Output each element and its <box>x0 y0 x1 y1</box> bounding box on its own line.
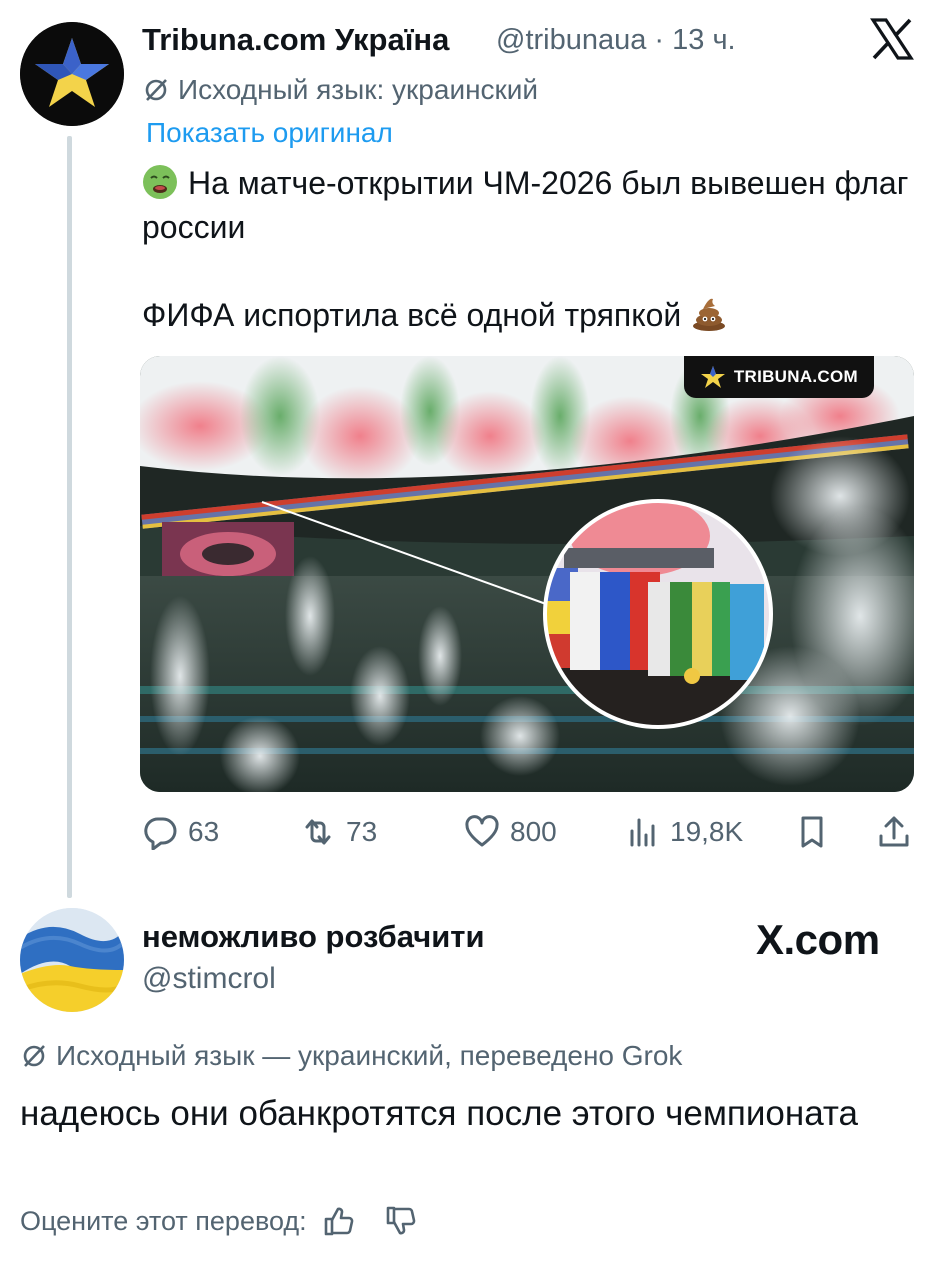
reply-author-name[interactable]: неможливо розбачити <box>142 919 485 955</box>
views-count: 19,8K <box>670 816 744 847</box>
translate-icon <box>145 79 167 101</box>
poop-icon <box>693 298 726 331</box>
tweet-actions: 63 73 800 19,8K <box>142 810 914 854</box>
reply-avatar[interactable] <box>20 908 124 1012</box>
share-icon <box>879 816 909 847</box>
tweet-text-line2: ФИФА испортила всё одной тряпкой <box>142 297 682 333</box>
bookmark-icon <box>801 816 823 848</box>
translation-note-text: Исходный язык: украинский <box>178 74 539 105</box>
thumbs-up-icon[interactable] <box>323 1205 355 1237</box>
reply-count: 63 <box>188 816 220 847</box>
tribuna-watermark: TRIBUNA.COM <box>683 356 874 398</box>
views-icon <box>630 818 655 847</box>
xcom-watermark: X.com <box>756 916 880 963</box>
x-logo-icon[interactable] <box>870 18 914 60</box>
nauseated-face-icon <box>143 165 177 199</box>
tweet-text: На матче-открытии ЧМ-2026 был вывешен фл… <box>142 161 922 337</box>
stadium-photo <box>140 356 914 792</box>
like-count: 800 <box>510 816 557 847</box>
reply-translation-note-text: Исходный язык — украинский, переведено G… <box>56 1040 683 1071</box>
repost-count: 73 <box>346 816 378 847</box>
share-button[interactable] <box>876 810 912 854</box>
bookmark-button[interactable] <box>794 810 830 854</box>
watermark-text: TRIBUNA.COM <box>733 367 858 386</box>
heart-icon <box>465 815 499 847</box>
thumbs-down-icon[interactable] <box>385 1205 417 1237</box>
like-button[interactable]: 800 <box>464 810 557 854</box>
reply-translation-note: Исходный язык — украинский, переведено G… <box>20 1040 682 1072</box>
tweet-image[interactable]: TRIBUNA.COM <box>140 356 914 792</box>
repost-icon <box>305 819 331 845</box>
star-icon <box>700 366 725 388</box>
translate-icon <box>23 1045 45 1067</box>
thread-line <box>67 136 72 898</box>
tweet-text-line1: На матче-открытии ЧМ-2026 был вывешен фл… <box>142 165 909 245</box>
reply-icon <box>144 817 177 850</box>
views-button[interactable]: 19,8K <box>624 810 743 854</box>
show-original-link[interactable]: Показать оригинал <box>146 117 393 149</box>
star-logo-icon <box>20 22 124 126</box>
repost-button[interactable]: 73 <box>300 810 377 854</box>
rate-label: Оцените этот перевод: <box>20 1205 307 1236</box>
translation-note: Исходный язык: украинский <box>142 74 538 106</box>
author-handle-time[interactable]: @tribunaua · 13 ч. <box>496 24 736 57</box>
rate-translation: Оцените этот перевод: <box>20 1205 417 1237</box>
ukrainian-flag-avatar <box>20 908 124 1012</box>
tribuna-avatar[interactable] <box>20 22 124 126</box>
reply-button[interactable]: 63 <box>142 810 219 854</box>
author-name[interactable]: Tribuna.com Україна <box>142 22 449 58</box>
reply-author-handle[interactable]: @stimcrol <box>142 962 276 996</box>
reply-text: надеюсь они обанкротятся после этого чем… <box>20 1094 859 1133</box>
